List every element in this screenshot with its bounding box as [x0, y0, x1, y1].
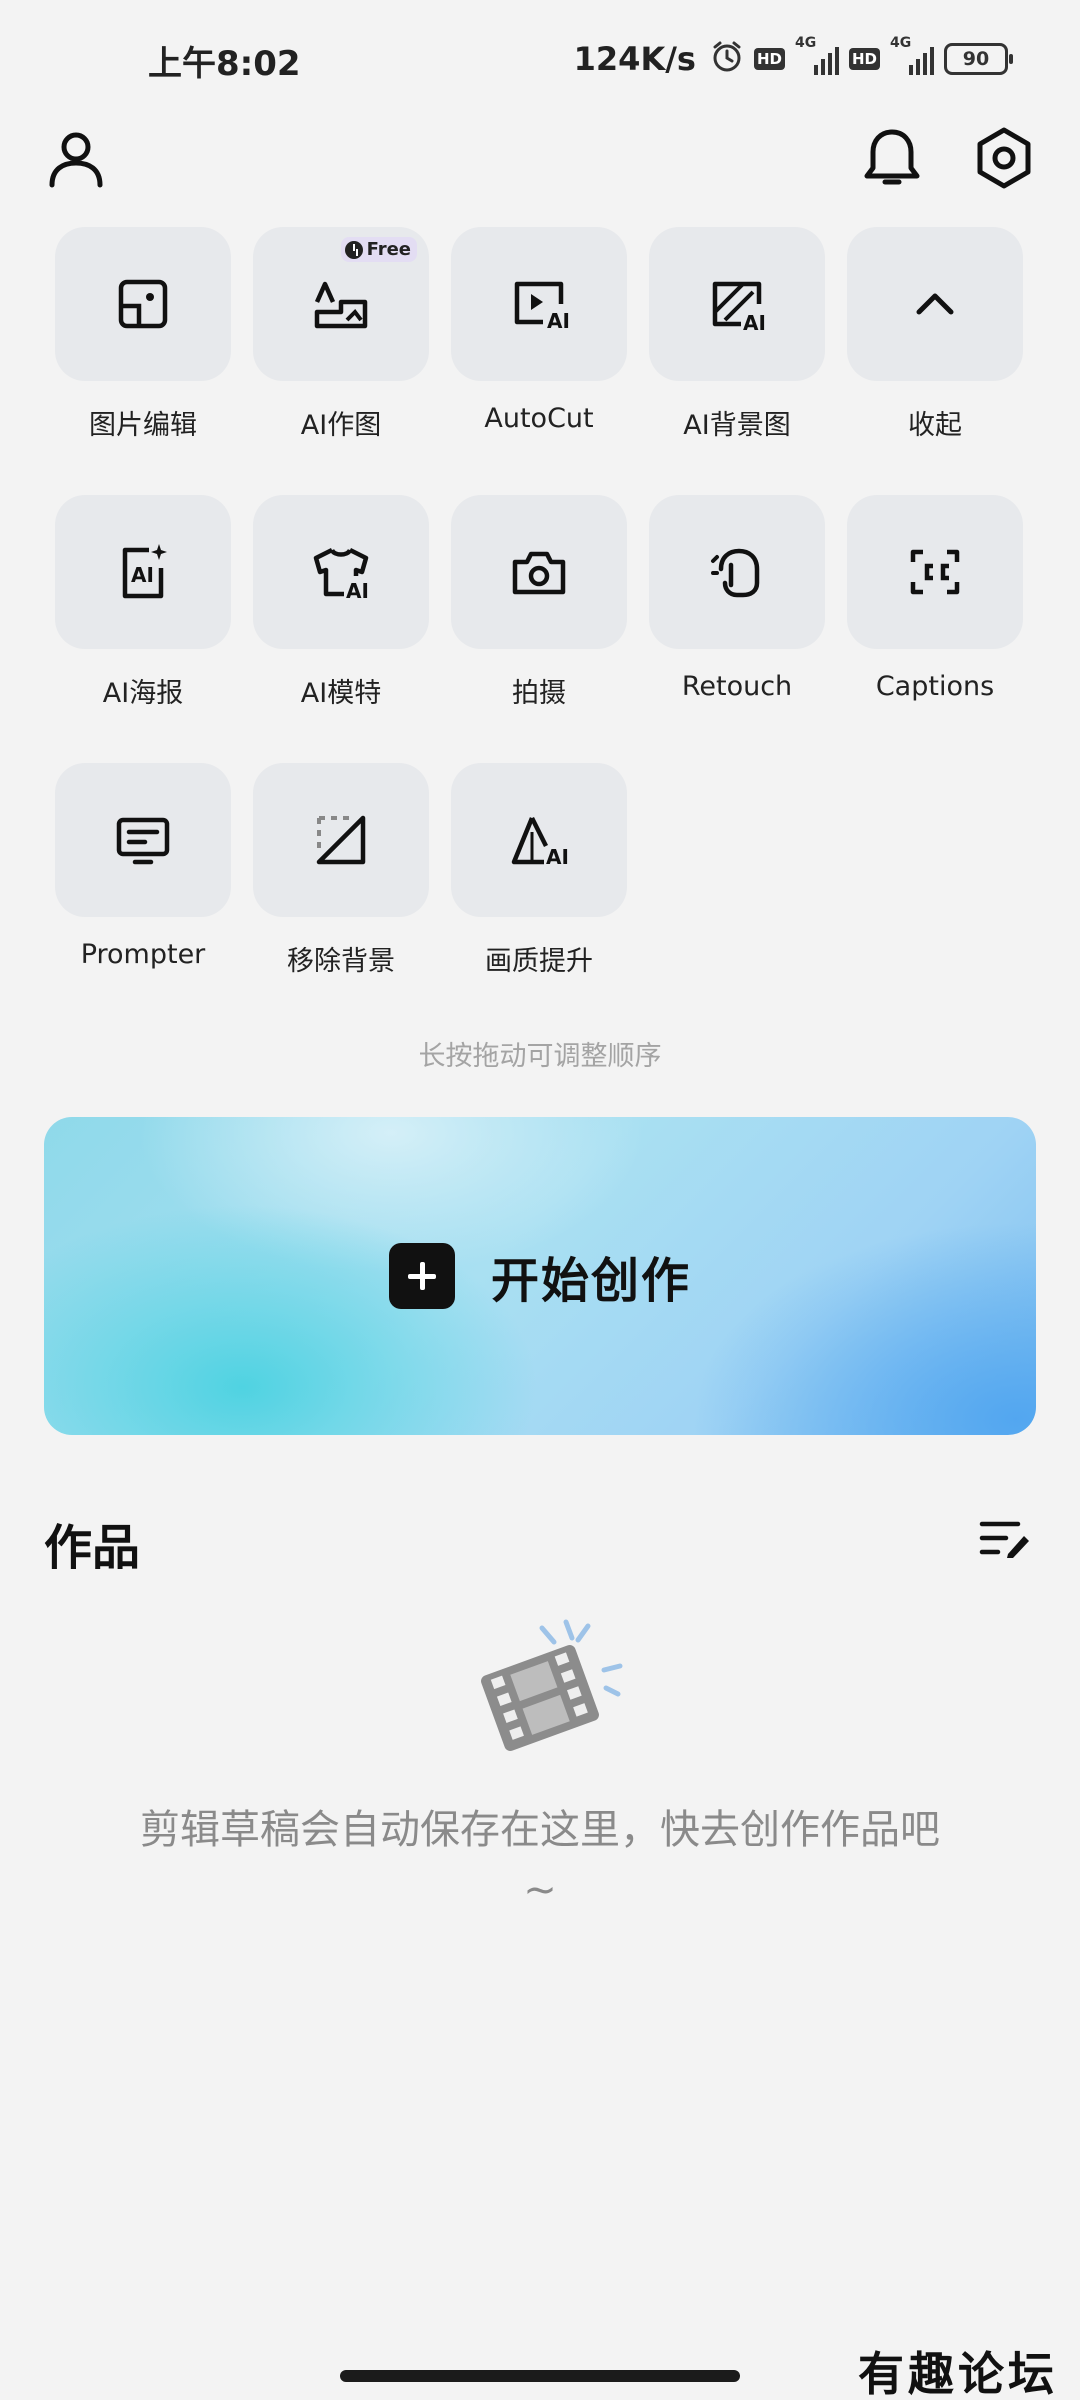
film-empty-icon [470, 1608, 630, 1758]
status-bar: 上午8:02 124K/s HD 4G HD 4G 90 [0, 0, 1080, 120]
enhance-quality-icon: AI [511, 816, 569, 868]
network-speed: 124K/s [573, 40, 696, 78]
settings-button[interactable] [968, 122, 1040, 194]
tool-tile [55, 227, 231, 381]
tool-autocut[interactable]: AI AutoCut [451, 227, 627, 467]
settings-icon [977, 127, 1031, 189]
tool-tile: AI [253, 495, 429, 649]
tool-ai-poster[interactable]: AI AI海报 [55, 495, 231, 735]
hd-badge: HD [848, 48, 880, 70]
reorder-hint: 长按拖动可调整顺序 [418, 1041, 662, 1072]
tool-camera[interactable]: 拍摄 [451, 495, 627, 735]
notifications-button[interactable] [856, 122, 928, 194]
prompter-icon [116, 817, 170, 865]
profile-button[interactable] [40, 122, 112, 194]
svg-text:AI: AI [546, 845, 569, 868]
tool-tile: AI [451, 227, 627, 381]
tool-tile [451, 495, 627, 649]
empty-state-text: 剪辑草稿会自动保存在这里，快去创作作品吧~ [140, 1807, 940, 1913]
tool-retouch[interactable]: Retouch [649, 495, 825, 735]
tool-remove-background[interactable]: 移除背景 [253, 763, 429, 1003]
alarm-icon [710, 40, 744, 78]
ai-poster-icon: AI [122, 544, 167, 599]
svg-text:AI: AI [131, 563, 154, 587]
tool-label: 收起 [908, 410, 962, 441]
works-title: 作品 [44, 1520, 141, 1576]
home-indicator[interactable] [340, 2370, 740, 2382]
tool-label: AI模特 [300, 678, 382, 709]
image-edit-icon [118, 279, 168, 329]
signal-icon: 4G [795, 35, 839, 79]
tool-ai-model[interactable]: AI AI模特 [253, 495, 429, 735]
ai-model-icon: AI [313, 547, 369, 600]
tool-tile [847, 495, 1023, 649]
bell-icon [864, 129, 920, 185]
watermark: 有趣论坛 [858, 2347, 1058, 2400]
chevron-up-icon [916, 293, 954, 315]
ai-background-icon: AI [712, 281, 766, 332]
tool-label: Prompter [80, 939, 206, 970]
free-badge-label: Free [366, 239, 411, 260]
tool-image-edit[interactable]: 图片编辑 [55, 227, 231, 467]
tool-tile: Free [253, 227, 429, 381]
status-indicators: 124K/s HD 4G HD 4G 90 [573, 35, 1013, 82]
remove-background-icon [316, 815, 366, 865]
profile-icon [49, 132, 103, 188]
tool-captions[interactable]: Captions [847, 495, 1023, 735]
autocut-icon: AI [514, 281, 569, 332]
tool-ai-background[interactable]: AI AI背景图 [649, 227, 825, 467]
camera-icon [512, 551, 566, 595]
tool-tile [253, 763, 429, 917]
tool-label: Retouch [681, 671, 793, 702]
tool-tile: AI [451, 763, 627, 917]
tool-label: 移除背景 [287, 946, 395, 977]
tool-tile: AI [55, 495, 231, 649]
works-manage-button[interactable] [975, 1508, 1035, 1568]
tool-collapse[interactable]: 收起 [847, 227, 1023, 467]
tool-label: AI作图 [300, 410, 382, 441]
tool-tile: AI [649, 227, 825, 381]
tool-tile [55, 763, 231, 917]
list-edit-icon [979, 1521, 1029, 1558]
svg-text:AI: AI [743, 311, 766, 332]
tool-label: 图片编辑 [89, 410, 197, 441]
start-creating-label: 开始创作 [490, 1253, 691, 1309]
plus-icon [388, 1243, 455, 1309]
clock-icon [344, 240, 363, 259]
captions-icon [910, 549, 960, 595]
signal-icon: 4G [890, 35, 934, 79]
tool-label: 拍摄 [512, 678, 566, 709]
hd-badge: HD [753, 48, 785, 70]
tool-label: AI背景图 [683, 410, 791, 441]
start-creating-button[interactable]: 开始创作 [44, 1117, 1036, 1435]
tool-ai-draw[interactable]: Free AI作图 [253, 227, 429, 467]
free-badge: Free [340, 237, 417, 262]
status-time: 上午8:02 [148, 44, 301, 84]
tool-label: AutoCut [484, 403, 594, 434]
tool-label: 画质提升 [485, 946, 593, 977]
tool-tile [847, 227, 1023, 381]
svg-text:AI: AI [346, 579, 369, 600]
ai-draw-icon [314, 281, 368, 329]
tool-label: Captions [875, 671, 995, 702]
battery-icon: 90 [944, 43, 1013, 75]
tool-tile [649, 495, 825, 649]
tool-label: AI海报 [102, 678, 184, 709]
tool-prompter[interactable]: Prompter [55, 763, 231, 1003]
retouch-icon [711, 548, 760, 598]
svg-text:AI: AI [547, 309, 569, 332]
tool-enhance-quality[interactable]: AI 画质提升 [451, 763, 627, 1003]
